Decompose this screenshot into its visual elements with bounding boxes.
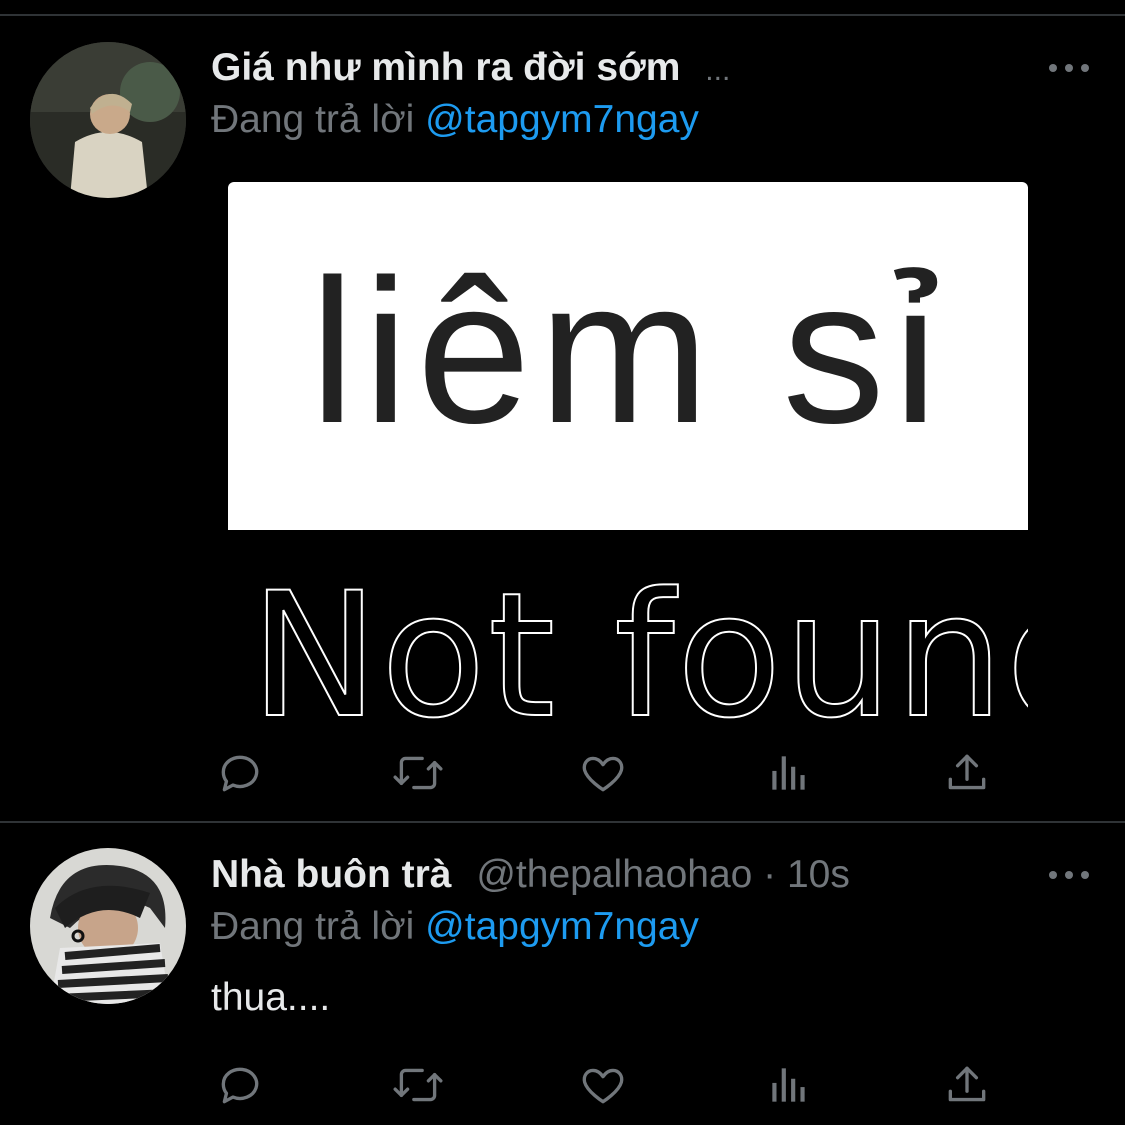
retweet-icon[interactable] bbox=[391, 1060, 443, 1110]
tweet-text: thua.... bbox=[211, 976, 331, 1019]
share-icon[interactable] bbox=[942, 1060, 992, 1110]
author-line: Nhà buôn trà @thepalhaohao · 10s bbox=[211, 852, 850, 898]
like-icon[interactable] bbox=[578, 1060, 628, 1110]
replying-to-line: Đang trả lời @tapgym7ngay bbox=[211, 904, 699, 950]
display-name[interactable]: Nhà buôn trà bbox=[211, 853, 452, 896]
avatar[interactable] bbox=[30, 848, 186, 1004]
more-options-icon[interactable] bbox=[1049, 868, 1089, 882]
action-bar bbox=[211, 1060, 1001, 1110]
replying-prefix: Đang trả lời bbox=[211, 905, 415, 948]
mention-link[interactable]: @tapgym7ngay bbox=[425, 905, 699, 948]
tweet-2[interactable]: Nhà buôn trà @thepalhaohao · 10s Đang tr… bbox=[0, 0, 1125, 1125]
analytics-icon[interactable] bbox=[764, 1060, 814, 1110]
reply-icon[interactable] bbox=[215, 1060, 265, 1110]
handle-time: @thepalhaohao · 10s bbox=[476, 853, 850, 896]
